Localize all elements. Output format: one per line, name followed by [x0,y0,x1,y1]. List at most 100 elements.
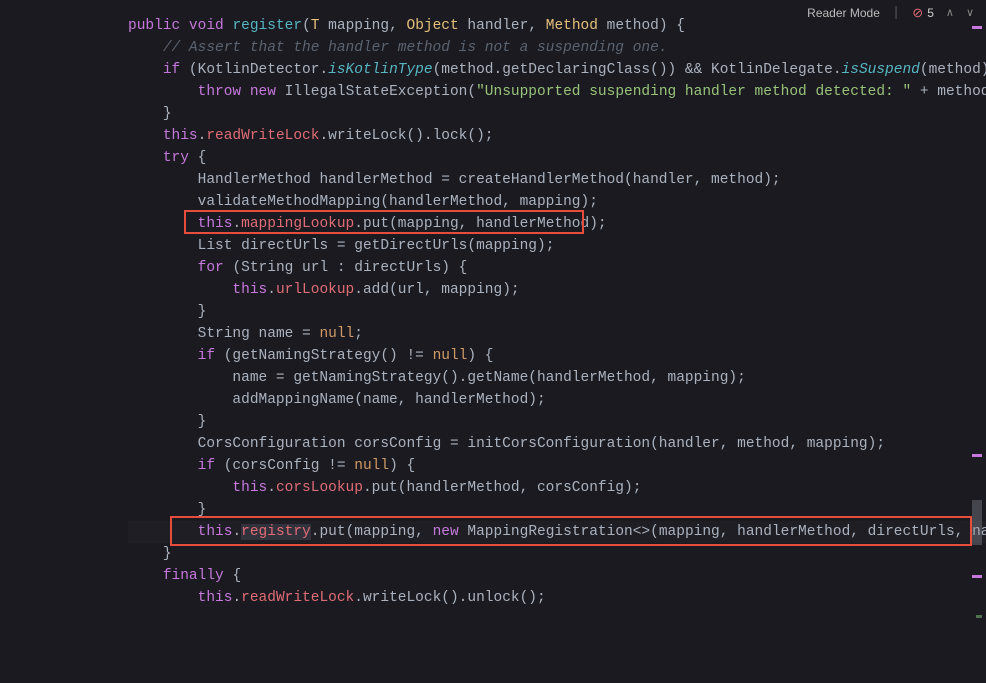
code-line: this.corsLookup.put(handlerMethod, corsC… [128,477,986,499]
code-token: Method [546,18,607,34]
code-token: .writeLock().lock(); [319,128,493,144]
code-token: // Assert that the handler method is not… [163,40,668,56]
code-line: if (KotlinDetector.isKotlinType(method.g… [128,59,986,81]
code-token: .put(mapping, handlerMethod); [354,216,606,232]
code-token: registry [241,524,311,540]
code-line: addMappingName(name, handlerMethod); [128,389,986,411]
code-token: readWriteLock [241,590,354,606]
code-token: method) { [607,18,685,34]
code-token: public [128,18,189,34]
code-token: isKotlinType [328,62,432,78]
code-token: .writeLock().unlock(); [354,590,545,606]
code-line: } [128,543,986,565]
code-token: mappingLookup [241,216,354,232]
code-line: throw new IllegalStateException("Unsuppo… [128,81,986,103]
code-token: } [163,106,172,122]
code-line: this.registry.put(mapping, new MappingRe… [128,521,986,543]
editor-gutter-markers [972,0,982,683]
code-token: this [232,282,267,298]
code-token: null [319,326,354,342]
code-line: CorsConfiguration corsConfig = initCorsC… [128,433,986,455]
code-token: .add(url, mapping); [354,282,519,298]
code-token: String name = [198,326,320,342]
code-token: HandlerMethod handlerMethod = createHand… [198,172,781,188]
code-token: validateMethodMapping(handlerMethod, map… [198,194,598,210]
code-token: addMappingName(name, handlerMethod); [232,392,545,408]
code-line: finally { [128,565,986,587]
code-line: } [128,103,986,125]
code-token: null [433,348,468,364]
code-token: urlLookup [276,282,354,298]
code-line: this.mappingLookup.put(mapping, handlerM… [128,213,986,235]
code-token: CorsConfiguration corsConfig = initCorsC… [198,436,885,452]
code-line: this.readWriteLock.writeLock().lock(); [128,125,986,147]
code-token: T [311,18,328,34]
code-token: finally [163,568,233,584]
code-token: ) { [467,348,493,364]
code-token: ( [302,18,311,34]
code-token: mapping, [328,18,406,34]
code-token: readWriteLock [206,128,319,144]
code-line: } [128,499,986,521]
code-token: throw [198,84,250,100]
code-token: } [198,502,207,518]
code-token: if [163,62,189,78]
code-line: List directUrls = getDirectUrls(mapping)… [128,235,986,257]
code-line: this.readWriteLock.writeLock().unlock(); [128,587,986,609]
code-token: if [198,348,224,364]
code-line: this.urlLookup.add(url, mapping); [128,279,986,301]
code-token: MappingRegistration<>(mapping, handlerMe… [467,524,986,540]
code-line: } [128,301,986,323]
code-token: . [267,282,276,298]
code-editor[interactable]: public void register(T mapping, Object h… [0,15,986,683]
code-token: handler, [467,18,545,34]
code-token: (getNamingStrategy() != [224,348,433,364]
code-token: ) { [389,458,415,474]
code-token: (String url : directUrls) { [232,260,467,276]
code-token: Object [407,18,468,34]
code-token: isSuspend [842,62,920,78]
code-token: } [163,546,172,562]
code-token: (KotlinDetector. [189,62,328,78]
code-line: validateMethodMapping(handlerMethod, map… [128,191,986,213]
scrollbar-thumb[interactable] [972,500,982,545]
code-token: . [267,480,276,496]
code-token: name = getNamingStrategy().getName(handl… [232,370,745,386]
code-token: this [198,590,233,606]
code-token: . [232,590,241,606]
code-token: this [163,128,198,144]
code-token: (method.getDeclaringClass()) && KotlinDe… [433,62,842,78]
code-line: name = getNamingStrategy().getName(handl… [128,367,986,389]
code-token: register [232,18,302,34]
code-token: . [232,216,241,232]
code-line: public void register(T mapping, Object h… [128,15,986,37]
code-token: void [189,18,233,34]
code-token: .put(handlerMethod, corsConfig); [363,480,641,496]
code-token: { [198,150,207,166]
code-token: this [198,216,233,232]
code-token: new [250,84,285,100]
code-token: try [163,150,198,166]
code-token: corsLookup [276,480,363,496]
code-token: } [198,304,207,320]
code-line: if (corsConfig != null) { [128,455,986,477]
code-token: for [198,260,233,276]
code-token: . [232,524,241,540]
code-token: .put(mapping, [311,524,433,540]
code-token: this [198,524,233,540]
code-token: this [232,480,267,496]
code-token: } [198,414,207,430]
code-token: new [433,524,468,540]
code-token: List directUrls = getDirectUrls(mapping)… [198,238,555,254]
code-token: if [198,458,224,474]
code-line: } [128,411,986,433]
code-token: IllegalStateException( [285,84,476,100]
code-line: HandlerMethod handlerMethod = createHand… [128,169,986,191]
code-line: String name = null; [128,323,986,345]
code-token: { [232,568,241,584]
code-line: if (getNamingStrategy() != null) { [128,345,986,367]
code-token: "Unsupported suspending handler method d… [476,84,911,100]
code-line: // Assert that the handler method is not… [128,37,986,59]
code-token: ; [354,326,363,342]
code-line: try { [128,147,986,169]
